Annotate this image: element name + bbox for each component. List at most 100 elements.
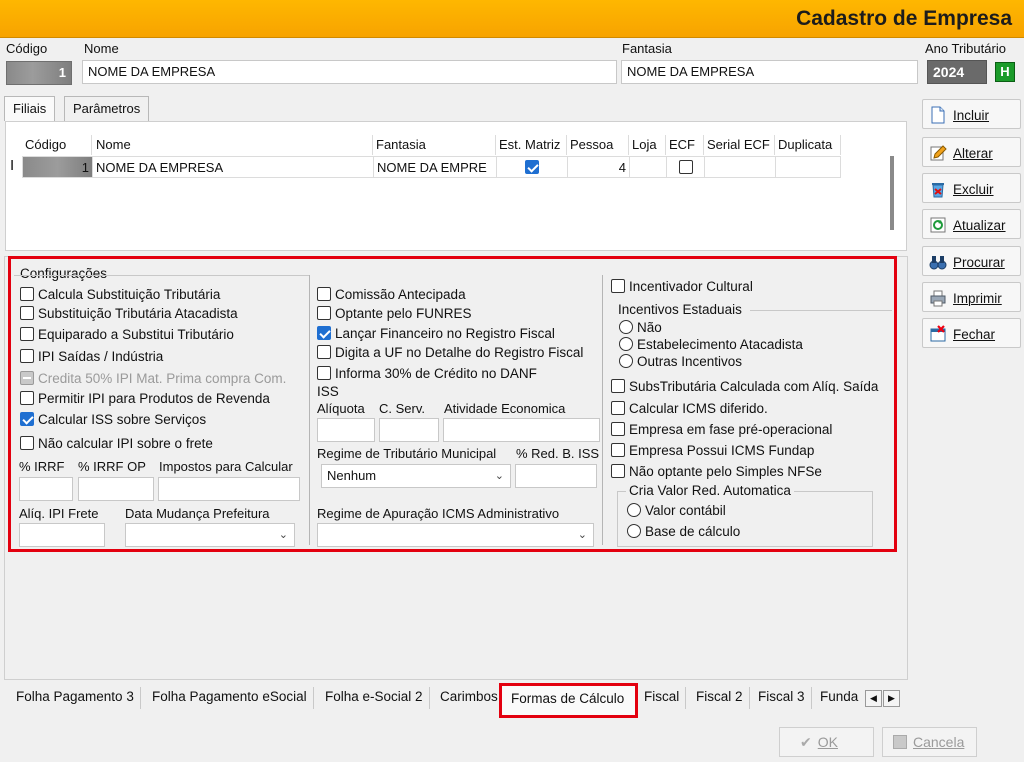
grid-cell-est-matriz[interactable]	[496, 156, 568, 178]
checkbox-checked[interactable]	[20, 412, 34, 426]
grid-header-fantasia[interactable]: Fantasia	[373, 135, 496, 155]
fantasia-field[interactable]: NOME DA EMPRESA	[621, 60, 918, 84]
aliq-ipi-frete-input[interactable]	[19, 523, 105, 547]
digita-uf-check[interactable]: Digita a UF no Detalhe do Registro Fisca…	[317, 345, 583, 360]
nao-calcular-ipi-frete-check[interactable]: Não calcular IPI sobre o frete	[20, 436, 213, 451]
permitir-ipi-revenda-check[interactable]: Permitir IPI para Produtos de Revenda	[20, 391, 270, 406]
checkbox[interactable]	[317, 366, 331, 380]
atualizar-button[interactable]: Atualizar	[922, 209, 1021, 239]
grid-header-serial-ecf[interactable]: Serial ECF	[704, 135, 775, 155]
tab-funda[interactable]: Funda	[814, 687, 864, 709]
grid-cell-fantasia[interactable]: NOME DA EMPRE	[373, 156, 497, 178]
tab-fiscal-3[interactable]: Fiscal 3	[752, 687, 812, 709]
checkbox[interactable]	[20, 436, 34, 450]
data-mudanca-combo[interactable]: ⌄	[125, 523, 295, 547]
incentivo-radio-atacadista[interactable]: Estabelecimento Atacadista	[619, 337, 803, 352]
cancela-button[interactable]: Cancela	[882, 727, 977, 757]
c-serv-input[interactable]	[379, 418, 439, 442]
checkbox[interactable]	[317, 306, 331, 320]
grid-cell-serial-ecf[interactable]	[704, 156, 776, 178]
tab-fiscal[interactable]: Fiscal	[638, 687, 687, 709]
grid-cell-ecf[interactable]	[666, 156, 705, 178]
impostos-input[interactable]	[158, 477, 300, 501]
ecf-checkbox[interactable]	[678, 160, 693, 174]
ok-button[interactable]: ✔ OK	[779, 727, 874, 757]
radio[interactable]	[619, 354, 633, 368]
cria-radio-base-calculo[interactable]: Base de cálculo	[627, 524, 740, 539]
grid-header-codigo[interactable]: Código	[22, 135, 92, 155]
codigo-field[interactable]: 1	[6, 61, 72, 85]
pre-operacional-check[interactable]: Empresa em fase pré-operacional	[611, 422, 832, 437]
tab-filiais[interactable]: Filiais	[4, 96, 56, 121]
checkbox[interactable]	[611, 279, 625, 293]
incluir-button[interactable]: Incluir	[922, 99, 1021, 129]
grid-cell-codigo[interactable]: 1	[22, 156, 93, 178]
informa-30-credito-check[interactable]: Informa 30% de Crédito no DANF	[317, 366, 537, 381]
h-button[interactable]: H	[995, 62, 1015, 82]
radio[interactable]	[627, 503, 641, 517]
tab-folha-pagamento-3[interactable]: Folha Pagamento 3	[10, 687, 141, 709]
checkbox-checked[interactable]	[317, 326, 331, 340]
alterar-button[interactable]: Alterar	[922, 137, 1021, 167]
incentivo-radio-outras[interactable]: Outras Incentivos	[619, 354, 742, 369]
icms-fundap-check[interactable]: Empresa Possui ICMS Fundap	[611, 443, 814, 458]
checkbox[interactable]	[317, 287, 331, 301]
tab-folha-esocial-2[interactable]: Folha e-Social 2	[319, 687, 430, 709]
checkbox[interactable]	[20, 349, 34, 363]
tab-folha-pagamento-esocial[interactable]: Folha Pagamento eSocial	[146, 687, 314, 709]
grid-header-est-matriz[interactable]: Est. Matriz	[496, 135, 567, 155]
tab-carimbos[interactable]: Carimbos	[434, 687, 504, 709]
red-b-iss-input[interactable]	[515, 464, 597, 488]
irrf-input[interactable]	[19, 477, 73, 501]
checkbox[interactable]	[611, 464, 625, 478]
grid-cell-loja[interactable]	[629, 156, 667, 178]
icms-diferido-check[interactable]: Calcular ICMS diferido.	[611, 401, 768, 416]
comissao-antecipada-check[interactable]: Comissão Antecipada	[317, 287, 466, 302]
checkbox[interactable]	[20, 287, 34, 301]
grid-cell-pessoa[interactable]: 4	[567, 156, 630, 178]
tab-scroll-right-icon[interactable]: ▶	[883, 690, 900, 707]
ano-tributario-field[interactable]: 2024	[927, 60, 987, 84]
cria-radio-valor-contabil[interactable]: Valor contábil	[627, 503, 726, 518]
checkbox[interactable]	[611, 443, 625, 457]
checkbox[interactable]	[20, 327, 34, 341]
radio[interactable]	[619, 320, 633, 334]
atividade-input[interactable]	[443, 418, 600, 442]
nao-optante-simples-check[interactable]: Não optante pelo Simples NFSe	[611, 464, 822, 479]
checkbox[interactable]	[20, 306, 34, 320]
tab-parametros[interactable]: Parâmetros	[64, 96, 150, 121]
grid-header-duplicata[interactable]: Duplicata	[775, 135, 841, 155]
grid-header-loja[interactable]: Loja	[629, 135, 666, 155]
ipi-saidas-check[interactable]: IPI Saídas / Indústria	[20, 349, 163, 364]
nome-field[interactable]: NOME DA EMPRESA	[82, 60, 617, 84]
checkbox[interactable]	[611, 379, 625, 393]
incentivador-cultural-check[interactable]: Incentivador Cultural	[611, 279, 753, 294]
equiparado-st-check[interactable]: Equiparado a Substitui Tributário	[20, 327, 234, 342]
st-atacadista-check[interactable]: Substituição Tributária Atacadista	[20, 306, 238, 321]
irrf-op-input[interactable]	[78, 477, 154, 501]
calcular-iss-check[interactable]: Calcular ISS sobre Serviços	[20, 412, 206, 427]
subst-aliq-saida-check[interactable]: SubsTributária Calculada com Alíq. Saída	[611, 379, 878, 394]
lancar-financeiro-check[interactable]: Lançar Financeiro no Registro Fiscal	[317, 326, 555, 341]
grid-header-pessoa[interactable]: Pessoa	[567, 135, 629, 155]
incentivo-radio-nao[interactable]: Não	[619, 320, 662, 335]
radio[interactable]	[627, 524, 641, 538]
grid-header-ecf[interactable]: ECF	[666, 135, 704, 155]
procurar-button[interactable]: Procurar	[922, 246, 1021, 276]
aliquota-input[interactable]	[317, 418, 375, 442]
checkbox[interactable]	[317, 345, 331, 359]
optante-funres-check[interactable]: Optante pelo FUNRES	[317, 306, 472, 321]
excluir-button[interactable]: Excluir	[922, 173, 1021, 203]
calcula-st-check[interactable]: Calcula Substituição Tributária	[20, 287, 220, 302]
grid-header-nome[interactable]: Nome	[93, 135, 373, 155]
tab-formas-de-calculo[interactable]: Formas de Cálculo	[499, 683, 638, 718]
tab-scroll-left-icon[interactable]: ◀	[865, 690, 882, 707]
regime-municipal-combo[interactable]: Nenhum ⌄	[321, 464, 511, 488]
est-matriz-checkbox[interactable]	[525, 160, 539, 174]
radio[interactable]	[619, 337, 633, 351]
checkbox[interactable]	[611, 401, 625, 415]
checkbox[interactable]	[20, 391, 34, 405]
imprimir-button[interactable]: Imprimir	[922, 282, 1021, 312]
grid-cell-duplicata[interactable]	[775, 156, 841, 178]
grid-scrollbar[interactable]	[890, 156, 894, 230]
